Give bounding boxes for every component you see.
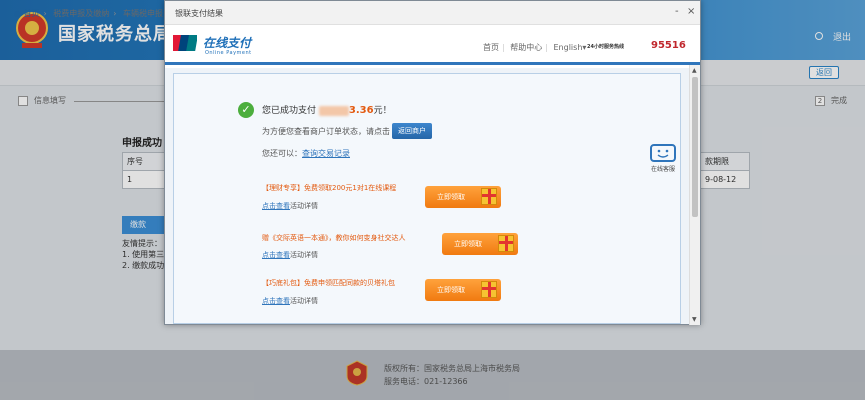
promo-detail: 点击查看活动详情 bbox=[262, 297, 318, 305]
online-service-widget[interactable]: 在线客服 bbox=[646, 144, 680, 174]
success-check-icon: ✓ bbox=[238, 102, 254, 118]
brand-name: 在线支付 bbox=[203, 36, 252, 50]
scroll-thumb[interactable] bbox=[692, 77, 698, 217]
payment-result-window: 银联支付结果 - × 在线支付 Online Payment 首页 | 帮助中心 |… bbox=[164, 0, 701, 325]
scrollbar[interactable]: ▲ ▼ bbox=[689, 65, 700, 325]
service-label: 在线客服 bbox=[650, 166, 675, 173]
promo-claim-button[interactable]: 立即领取 bbox=[442, 233, 518, 255]
close-icon[interactable]: × bbox=[687, 6, 695, 17]
payment-amount: 3.36 bbox=[348, 105, 374, 116]
promo-claim-button[interactable]: 立即领取 bbox=[425, 279, 501, 301]
unionpay-header: 在线支付 Online Payment 首页 | 帮助中心 | English▾ 2… bbox=[165, 25, 700, 65]
promo-detail-link[interactable]: 点击查看 bbox=[262, 251, 290, 259]
redacted-amount bbox=[318, 105, 349, 116]
gift-icon bbox=[481, 281, 497, 298]
window-titlebar: 银联支付结果 - × bbox=[165, 1, 700, 25]
order-hint: 为方便您查看商户订单状态，请点击 bbox=[262, 127, 390, 136]
unionpay-logo-icon bbox=[173, 35, 197, 51]
nav-help[interactable]: 帮助中心 bbox=[510, 43, 542, 52]
window-title: 银联支付结果 bbox=[175, 9, 223, 18]
promo-detail: 点击查看活动详情 bbox=[262, 251, 318, 259]
promo-title: 赠《交际英语一本通》，教你如何变身社交达人 bbox=[262, 234, 406, 242]
promo-detail: 点击查看活动详情 bbox=[262, 202, 318, 210]
promo-detail-link[interactable]: 点击查看 bbox=[262, 202, 290, 210]
query-records-link[interactable]: 查询交易记录 bbox=[302, 149, 350, 158]
success-message: 您已成功支付 3.36元！ bbox=[262, 105, 392, 116]
scroll-down-icon[interactable]: ▼ bbox=[692, 316, 697, 323]
also-line: 您还可以：查询交易记录 bbox=[262, 149, 350, 158]
promo-title: 【巧底礼包】免费申领匹配同款的贝塔礼包 bbox=[262, 279, 395, 287]
promo-detail-link[interactable]: 点击查看 bbox=[262, 297, 290, 305]
hotline-label: 24小时服务热线 bbox=[587, 44, 624, 50]
gift-icon bbox=[481, 188, 497, 205]
scroll-up-icon[interactable]: ▲ bbox=[692, 67, 697, 74]
minimize-icon[interactable]: - bbox=[675, 6, 679, 17]
service-face-icon bbox=[650, 144, 676, 162]
top-nav: 首页 | 帮助中心 | English▾ bbox=[483, 43, 587, 52]
nav-home[interactable]: 首页 bbox=[483, 43, 499, 52]
gift-icon bbox=[498, 235, 514, 252]
promo-claim-button[interactable]: 立即领取 bbox=[425, 186, 501, 208]
nav-language[interactable]: English bbox=[554, 43, 583, 52]
promo-title: 【理财专享】免费领取200元1对1在线课程 bbox=[262, 184, 397, 192]
return-merchant-button[interactable]: 返回商户 bbox=[392, 123, 432, 139]
brand-subtitle: Online Payment bbox=[205, 50, 252, 56]
hotline-number: 95516 bbox=[651, 40, 686, 51]
